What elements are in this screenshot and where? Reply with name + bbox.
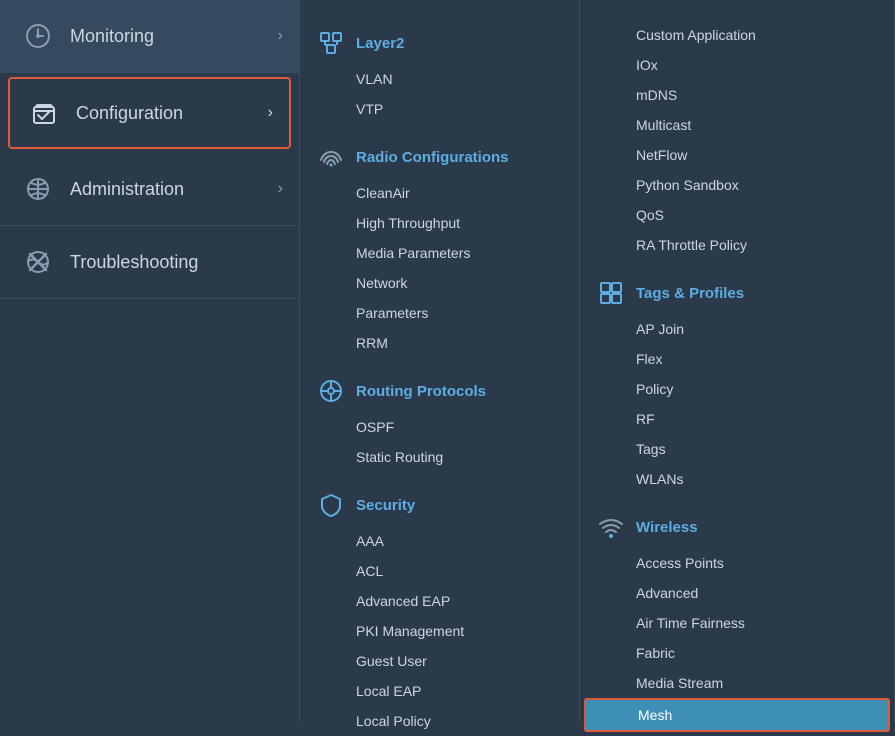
- menu-item-high-throughput[interactable]: High Throughput: [300, 208, 579, 238]
- menu-item-flex[interactable]: Flex: [580, 344, 894, 374]
- menu-item-aaa[interactable]: AAA: [300, 526, 579, 556]
- menu-item-network[interactable]: Network: [300, 268, 579, 298]
- menu-item-guest-user[interactable]: Guest User: [300, 646, 579, 676]
- menu-item-ospf[interactable]: OSPF: [300, 412, 579, 442]
- tags-profiles-icon: [596, 278, 626, 308]
- menu-item-netflow[interactable]: NetFlow: [580, 140, 894, 170]
- section-title-wireless: Wireless: [636, 519, 698, 536]
- menu-item-media-parameters[interactable]: Media Parameters: [300, 238, 579, 268]
- menu-item-air-time-fairness[interactable]: Air Time Fairness: [580, 608, 894, 638]
- menu-item-acl[interactable]: ACL: [300, 556, 579, 586]
- menu-item-multicast[interactable]: Multicast: [580, 110, 894, 140]
- sidebar-item-configuration[interactable]: Configuration ›: [8, 77, 291, 149]
- main-content: Layer2 VLAN VTP Radio Configurations Cle…: [300, 0, 895, 722]
- section-title-layer2: Layer2: [356, 35, 404, 52]
- section-title-security: Security: [356, 497, 415, 514]
- menu-item-pki-management[interactable]: PKI Management: [300, 616, 579, 646]
- section-title-radio: Radio Configurations: [356, 149, 509, 166]
- menu-item-ap-join[interactable]: AP Join: [580, 314, 894, 344]
- sidebar-item-troubleshooting[interactable]: Troubleshooting: [0, 226, 299, 299]
- menu-item-static-routing[interactable]: Static Routing: [300, 442, 579, 472]
- menu-item-mdns[interactable]: mDNS: [580, 80, 894, 110]
- menu-item-access-points[interactable]: Access Points: [580, 548, 894, 578]
- menu-item-tags[interactable]: Tags: [580, 434, 894, 464]
- section-header-layer2: Layer2: [300, 18, 579, 64]
- section-title-tags-profiles: Tags & Profiles: [636, 285, 744, 302]
- menu-item-advanced-eap[interactable]: Advanced EAP: [300, 586, 579, 616]
- monitoring-icon: [20, 18, 56, 54]
- sidebar: Monitoring › Configuration › Administrat…: [0, 0, 300, 722]
- sidebar-item-configuration-label: Configuration: [76, 103, 183, 124]
- sidebar-item-monitoring-label: Monitoring: [70, 26, 154, 47]
- security-icon: [316, 490, 346, 520]
- menu-item-python-sandbox[interactable]: Python Sandbox: [580, 170, 894, 200]
- menu-item-vlan[interactable]: VLAN: [300, 64, 579, 94]
- menu-item-custom-application[interactable]: Custom Application: [580, 20, 894, 50]
- menu-item-wlans[interactable]: WLANs: [580, 464, 894, 494]
- sidebar-item-administration-label: Administration: [70, 179, 184, 200]
- sidebar-item-troubleshooting-label: Troubleshooting: [70, 252, 198, 273]
- col-right: Custom Application IOx mDNS Multicast Ne…: [580, 0, 895, 722]
- routing-icon: [316, 376, 346, 406]
- section-header-security: Security: [300, 480, 579, 526]
- monitoring-chevron: ›: [278, 27, 283, 45]
- configuration-icon: [26, 95, 62, 131]
- menu-item-vtp[interactable]: VTP: [300, 94, 579, 124]
- sidebar-item-monitoring[interactable]: Monitoring ›: [0, 0, 299, 73]
- troubleshooting-icon: [20, 244, 56, 280]
- menu-item-local-policy[interactable]: Local Policy: [300, 706, 579, 736]
- sidebar-item-administration[interactable]: Administration ›: [0, 153, 299, 226]
- wireless-icon: [596, 512, 626, 542]
- menu-item-cleanair[interactable]: CleanAir: [300, 178, 579, 208]
- menu-item-fabric[interactable]: Fabric: [580, 638, 894, 668]
- administration-icon: [20, 171, 56, 207]
- col-middle: Layer2 VLAN VTP Radio Configurations Cle…: [300, 0, 580, 722]
- radio-icon: [316, 142, 346, 172]
- menu-item-iox[interactable]: IOx: [580, 50, 894, 80]
- menu-item-media-stream[interactable]: Media Stream: [580, 668, 894, 698]
- section-header-routing: Routing Protocols: [300, 366, 579, 412]
- menu-item-qos[interactable]: QoS: [580, 200, 894, 230]
- menu-item-advanced[interactable]: Advanced: [580, 578, 894, 608]
- section-header-radio: Radio Configurations: [300, 132, 579, 178]
- administration-chevron: ›: [278, 180, 283, 198]
- menu-item-policy[interactable]: Policy: [580, 374, 894, 404]
- section-header-tags-profiles: Tags & Profiles: [580, 268, 894, 314]
- menu-item-rrm[interactable]: RRM: [300, 328, 579, 358]
- menu-item-ra-throttle[interactable]: RA Throttle Policy: [580, 230, 894, 260]
- menu-item-parameters[interactable]: Parameters: [300, 298, 579, 328]
- configuration-chevron: ›: [268, 104, 273, 122]
- menu-item-rf[interactable]: RF: [580, 404, 894, 434]
- menu-item-local-eap[interactable]: Local EAP: [300, 676, 579, 706]
- menu-item-mesh[interactable]: Mesh: [584, 698, 890, 732]
- section-title-routing: Routing Protocols: [356, 383, 486, 400]
- layer2-icon: [316, 28, 346, 58]
- section-header-wireless: Wireless: [580, 502, 894, 548]
